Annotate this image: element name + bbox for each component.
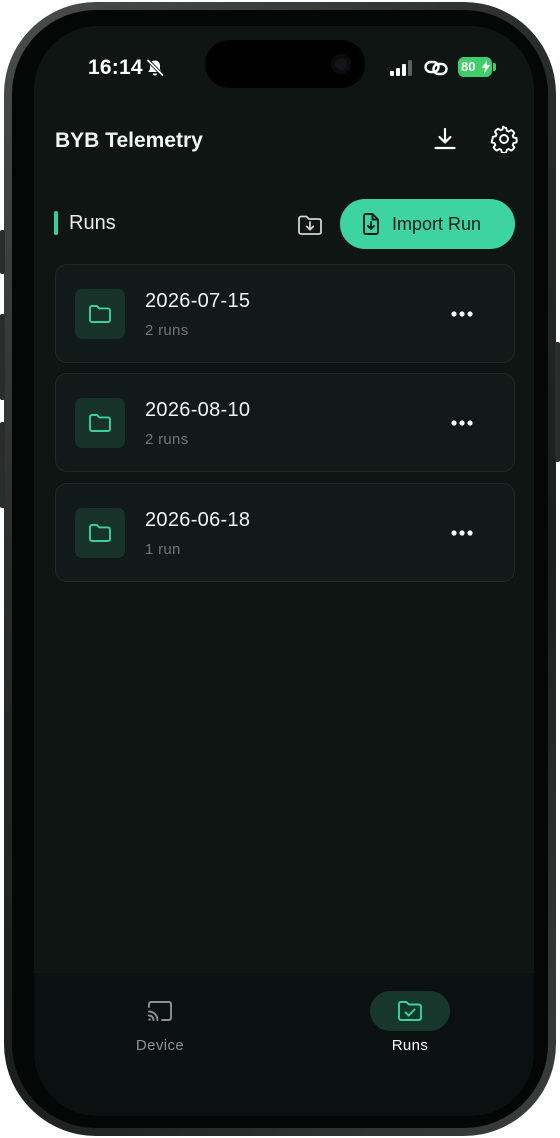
run-folder-count: 1 run (145, 541, 181, 558)
more-horizontal-icon (451, 420, 473, 426)
battery-icon: 80 (458, 57, 492, 77)
cast-icon (148, 1001, 172, 1021)
link-icon (424, 60, 448, 76)
run-folder-name: 2026-08-10 (145, 399, 251, 421)
camera-icon (331, 54, 351, 74)
signal-icon (390, 60, 412, 76)
import-run-button[interactable]: Import Run (340, 199, 515, 249)
more-options-button[interactable] (442, 297, 482, 331)
action-button (0, 230, 5, 274)
power-button (555, 342, 560, 462)
volume-down-button (0, 422, 5, 508)
nav-icon-container (120, 991, 200, 1031)
section-accent-bar (54, 211, 58, 235)
nav-icon-container-active (370, 991, 450, 1031)
run-folder-count: 2 runs (145, 431, 189, 448)
more-horizontal-icon (451, 530, 473, 536)
status-time: 16:14 (88, 56, 143, 79)
section-title: Runs (69, 212, 116, 234)
folder-thumbnail (75, 289, 125, 339)
app-title: BYB Telemetry (55, 129, 203, 152)
volume-up-button (0, 314, 5, 400)
nav-item-device[interactable]: Device (105, 991, 215, 1071)
app-screen: 16:14 80 BYB Telemetry Runs Import Run 2… (34, 26, 534, 1116)
import-run-label: Import Run (392, 213, 482, 234)
dynamic-island (205, 40, 365, 88)
charging-bolt-icon (482, 60, 490, 74)
run-folder-name: 2026-07-15 (145, 290, 251, 312)
folder-icon (89, 305, 111, 323)
folder-icon (89, 414, 111, 432)
folder-icon (89, 524, 111, 542)
battery-level: 80 (461, 59, 476, 74)
phone-frame: 16:14 80 BYB Telemetry Runs Import Run 2… (0, 2, 560, 1136)
settings-button[interactable] (487, 122, 521, 156)
nav-label-device: Device (135, 1037, 185, 1054)
folder-thumbnail (75, 398, 125, 448)
bell-slash-icon (146, 59, 164, 77)
bottom-nav: Device Runs (34, 973, 534, 1116)
nav-item-runs[interactable]: Runs (355, 991, 465, 1071)
run-folder-name: 2026-06-18 (145, 509, 251, 531)
run-folder-card[interactable]: 2026-08-10 2 runs (55, 373, 515, 472)
file-import-icon (363, 213, 379, 235)
run-folder-card[interactable]: 2026-06-18 1 run (55, 483, 515, 582)
more-options-button[interactable] (442, 516, 482, 550)
download-icon (434, 127, 456, 150)
folder-download-icon (298, 215, 322, 235)
nav-label-runs: Runs (391, 1037, 429, 1054)
folder-download-button[interactable] (294, 209, 326, 241)
download-button[interactable] (428, 122, 462, 156)
gear-icon (490, 125, 518, 153)
folder-check-icon (398, 1001, 422, 1021)
run-folder-count: 2 runs (145, 322, 189, 339)
folder-thumbnail (75, 508, 125, 558)
more-options-button[interactable] (442, 406, 482, 440)
more-horizontal-icon (451, 311, 473, 317)
run-folder-card[interactable]: 2026-07-15 2 runs (55, 264, 515, 363)
battery-tip (493, 63, 496, 71)
